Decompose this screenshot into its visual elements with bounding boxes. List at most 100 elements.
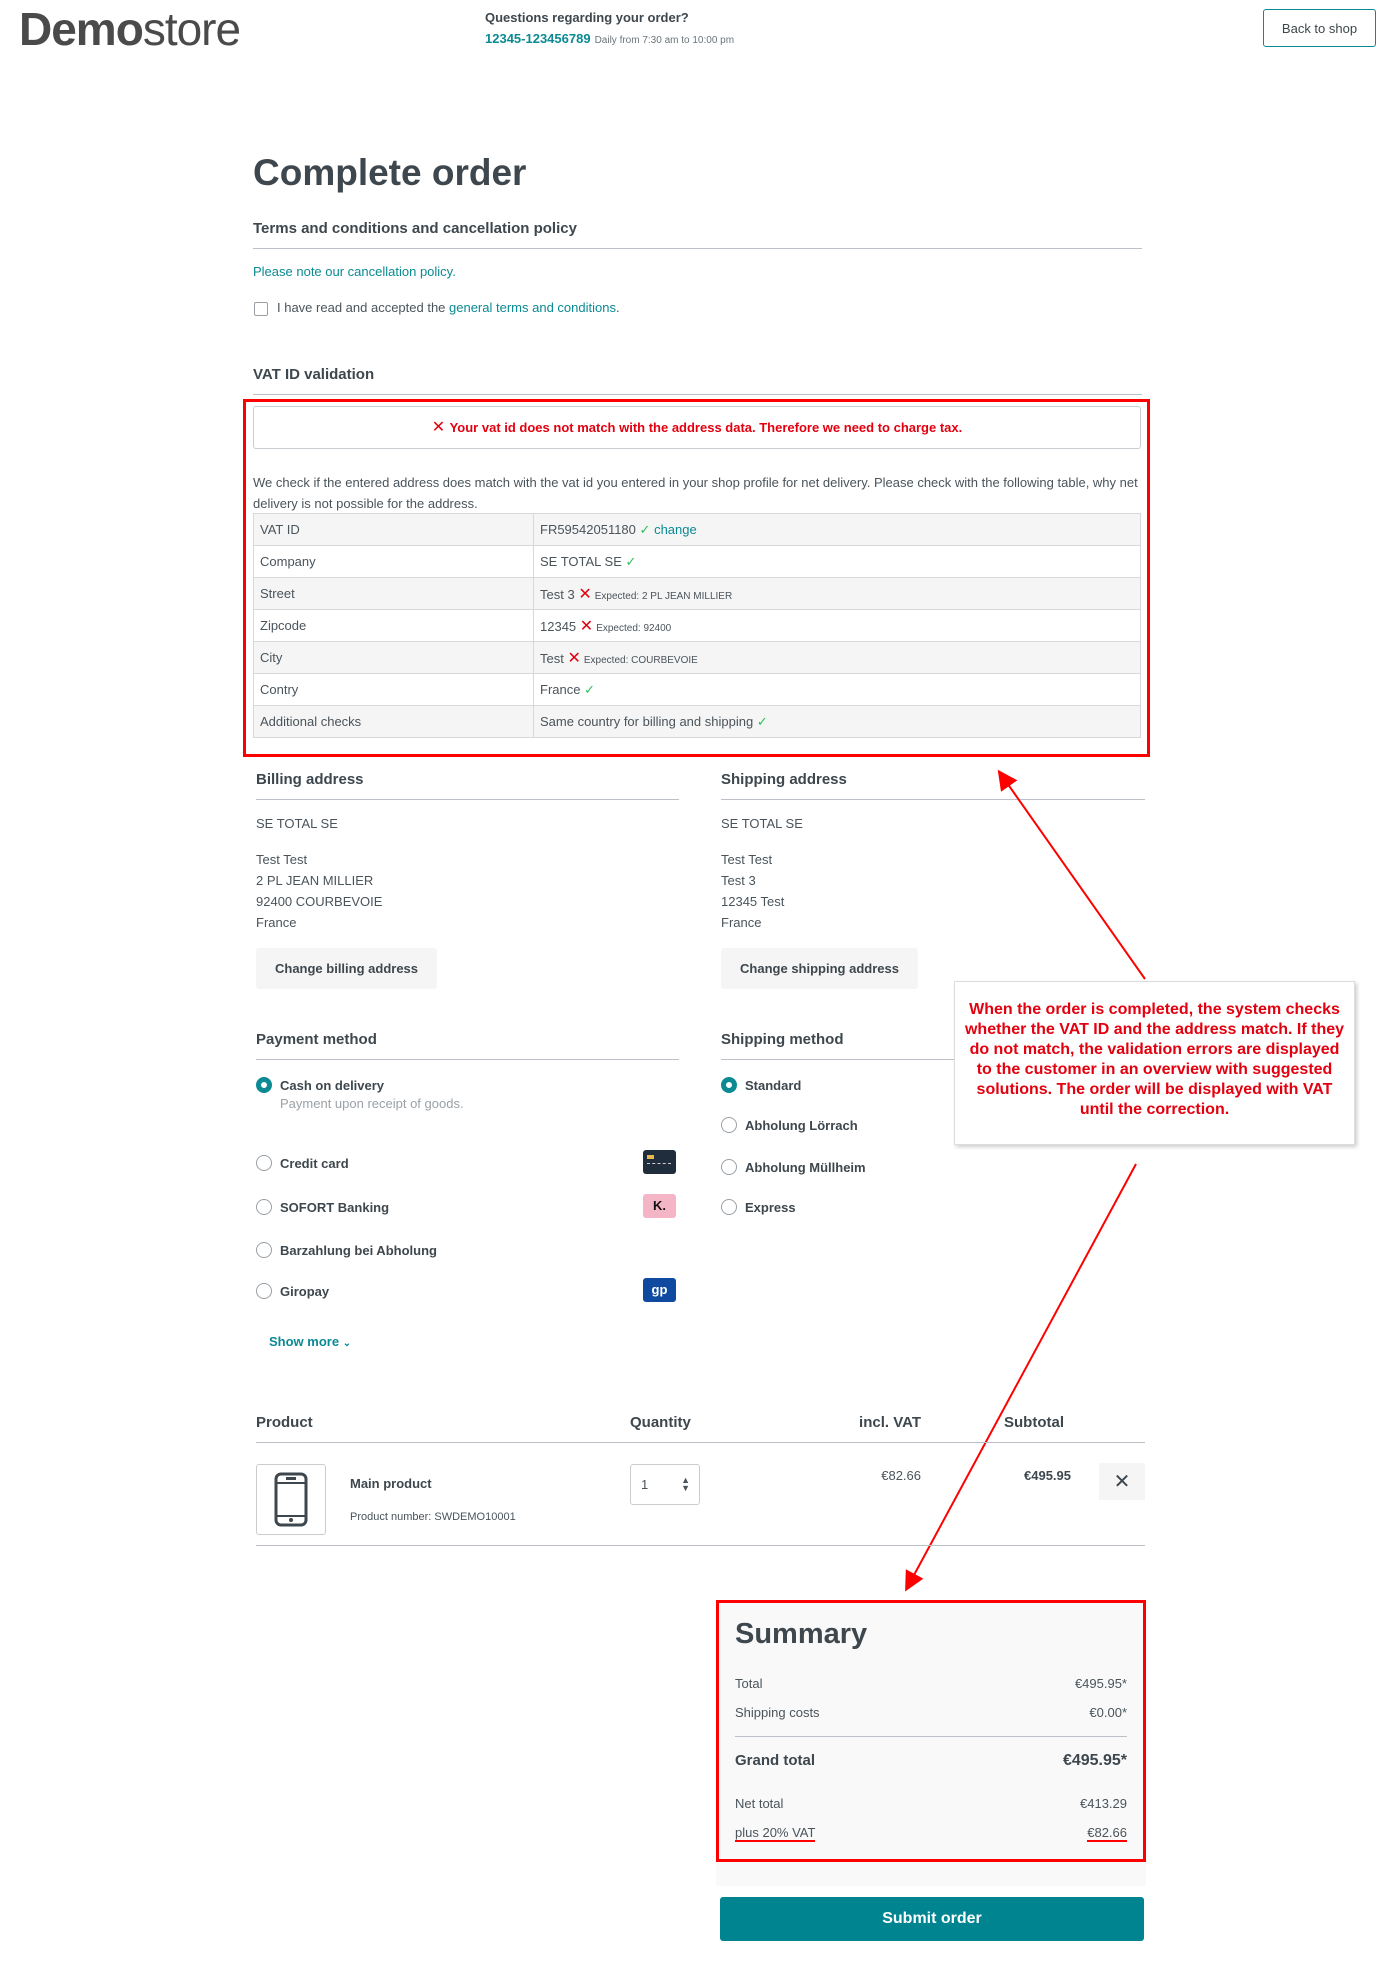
label-suffix: . bbox=[615, 300, 620, 315]
payment-option-label: Giropay bbox=[280, 1284, 330, 1299]
divider bbox=[256, 799, 679, 800]
payment-heading: Payment method bbox=[256, 1031, 377, 1048]
radio-button[interactable] bbox=[256, 1283, 272, 1299]
show-more-link[interactable]: Show more ⌄ bbox=[269, 1334, 351, 1349]
payment-option[interactable]: Barzahlung bei Abholung bbox=[256, 1240, 679, 1262]
divider bbox=[256, 1059, 679, 1060]
show-more-label: Show more bbox=[269, 1334, 340, 1349]
vat-row-label: Company bbox=[253, 545, 534, 578]
vat-row-value: Test bbox=[540, 650, 564, 666]
radio-button[interactable] bbox=[721, 1199, 737, 1215]
vat-error-alert: ✕ Your vat id does not match with the ad… bbox=[253, 406, 1141, 449]
payment-option-label: Cash on delivery bbox=[280, 1078, 385, 1093]
payment-option-label: Barzahlung bei Abholung bbox=[280, 1243, 437, 1258]
cancellation-policy-link[interactable]: Please note our cancellation policy. bbox=[253, 264, 456, 279]
vat-row-value-cell: FR59542051180 ✓ change bbox=[533, 513, 1141, 546]
shipping-method-heading: Shipping method bbox=[721, 1031, 844, 1048]
payment-option-label: SOFORT Banking bbox=[280, 1200, 390, 1215]
page-title: Complete order bbox=[253, 152, 527, 193]
check-icon: ✓ bbox=[584, 681, 595, 697]
error-x-icon: ✕ bbox=[431, 419, 450, 436]
phone-icon bbox=[274, 1472, 308, 1527]
vat-row-value-cell: France ✓ bbox=[533, 673, 1141, 706]
item-vat: €82.66 bbox=[881, 1468, 921, 1483]
change-vat-id-link[interactable]: change bbox=[654, 522, 697, 537]
radio-button[interactable] bbox=[256, 1155, 272, 1171]
shipping-option[interactable]: Standard bbox=[721, 1075, 951, 1097]
close-icon: ✕ bbox=[1113, 1471, 1131, 1493]
logo[interactable]: Demostore bbox=[19, 2, 241, 56]
col-quantity: Quantity bbox=[630, 1414, 691, 1431]
vat-row: Contry France ✓ bbox=[253, 673, 1141, 706]
support-phone: 12345-123456789 Daily from 7:30 am to 10:… bbox=[485, 31, 734, 46]
address-line: Test 3 bbox=[721, 873, 756, 888]
product-name[interactable]: Main product bbox=[350, 1476, 432, 1491]
submit-order-button[interactable]: Submit order bbox=[720, 1897, 1144, 1941]
quantity-value: 1 bbox=[641, 1477, 649, 1492]
divider bbox=[256, 1545, 1145, 1546]
expected-value: Expected: 92400 bbox=[596, 622, 672, 634]
address-line: Test Test bbox=[721, 852, 773, 867]
shipping-address: SE TOTAL SE Test Test Test 3 12345 Test Fra… bbox=[721, 813, 803, 933]
address-line: France bbox=[256, 915, 297, 930]
payment-option[interactable]: SOFORT Banking K. bbox=[256, 1194, 679, 1219]
shipping-company: SE TOTAL SE bbox=[721, 816, 803, 831]
vat-row-value: SE TOTAL SE bbox=[540, 553, 622, 569]
terms-checkbox-label: I have read and accepted the general ter… bbox=[277, 300, 620, 315]
remove-item-button[interactable]: ✕ bbox=[1099, 1463, 1145, 1500]
shipping-heading: Shipping address bbox=[721, 771, 847, 788]
col-vat: incl. VAT bbox=[859, 1414, 921, 1431]
vat-row-label: Contry bbox=[253, 673, 534, 706]
vat-row-value: FR59542051180 bbox=[540, 521, 636, 537]
alert-text: Your vat id does not match with the addr… bbox=[449, 420, 963, 435]
product-number: Product number: SWDEMO10001 bbox=[350, 1511, 516, 1523]
check-icon: ✓ bbox=[625, 553, 637, 569]
vat-row-label: Street bbox=[253, 577, 534, 610]
label-text: I have read and accepted the bbox=[277, 300, 450, 315]
giropay-icon: gp bbox=[643, 1278, 676, 1302]
billing-company: SE TOTAL SE bbox=[256, 816, 338, 831]
shipping-option-label: Abholung Lörrach bbox=[745, 1118, 858, 1133]
vat-row: Street Test 3 ✕ Expected: 2 PL JEAN MILLIE… bbox=[253, 577, 1141, 610]
vat-heading: VAT ID validation bbox=[253, 366, 375, 383]
product-image[interactable] bbox=[256, 1464, 326, 1535]
logo-bold: Demo bbox=[19, 3, 144, 55]
vat-row-value-cell: Test ✕ Expected: COURBEVOIE bbox=[533, 641, 1141, 674]
radio-button[interactable] bbox=[256, 1199, 272, 1215]
radio-button[interactable] bbox=[256, 1077, 272, 1093]
radio-button[interactable] bbox=[256, 1242, 272, 1258]
shipping-option[interactable]: Abholung Müllheim bbox=[721, 1157, 951, 1179]
shipping-option[interactable]: Express bbox=[721, 1197, 951, 1219]
shipping-option-label: Standard bbox=[745, 1078, 802, 1093]
payment-description: Payment upon receipt of goods. bbox=[280, 1096, 464, 1111]
radio-button[interactable] bbox=[721, 1159, 737, 1175]
support-hours: Daily from 7:30 am to 10:00 pm bbox=[594, 35, 735, 46]
divider bbox=[253, 248, 1142, 249]
credit-card-icon bbox=[643, 1150, 676, 1174]
terms-link[interactable]: general terms and conditions bbox=[449, 300, 616, 315]
back-to-shop-button[interactable]: Back to shop bbox=[1263, 9, 1376, 47]
error-x-icon: ✕ bbox=[567, 649, 581, 667]
support-question: Questions regarding your order? bbox=[485, 10, 689, 25]
vat-row-label: VAT ID bbox=[253, 513, 534, 546]
vat-row: Zipcode 12345 ✕ Expected: 92400 bbox=[253, 609, 1141, 642]
change-shipping-address-button[interactable]: Change shipping address bbox=[721, 948, 918, 989]
divider bbox=[721, 799, 1145, 800]
radio-button[interactable] bbox=[721, 1077, 737, 1093]
shipping-option[interactable]: Abholung Lörrach bbox=[721, 1115, 951, 1137]
payment-option[interactable]: Cash on delivery bbox=[256, 1075, 679, 1097]
quantity-select[interactable]: 1 ▲ ▼ bbox=[630, 1464, 700, 1505]
vat-row-value: France bbox=[540, 681, 581, 697]
change-billing-address-button[interactable]: Change billing address bbox=[256, 948, 437, 989]
expected-value: Expected: 2 PL JEAN MILLIER bbox=[594, 590, 733, 602]
vat-row: City Test ✕ Expected: COURBEVOIE bbox=[253, 641, 1141, 674]
item-subtotal: €495.95 bbox=[1024, 1468, 1071, 1483]
stepper-arrows-icon: ▲ ▼ bbox=[681, 1475, 690, 1493]
radio-button[interactable] bbox=[721, 1117, 737, 1133]
vat-row: Additional checks Same country for billin… bbox=[253, 705, 1141, 738]
vat-row-value-cell: 12345 ✕ Expected: 92400 bbox=[533, 609, 1141, 642]
annotation-callout: When the order is completed, the system … bbox=[954, 981, 1355, 1145]
payment-option[interactable]: Credit card bbox=[256, 1150, 679, 1175]
payment-option[interactable]: Giropay gp bbox=[256, 1278, 679, 1303]
terms-checkbox[interactable] bbox=[254, 302, 268, 316]
